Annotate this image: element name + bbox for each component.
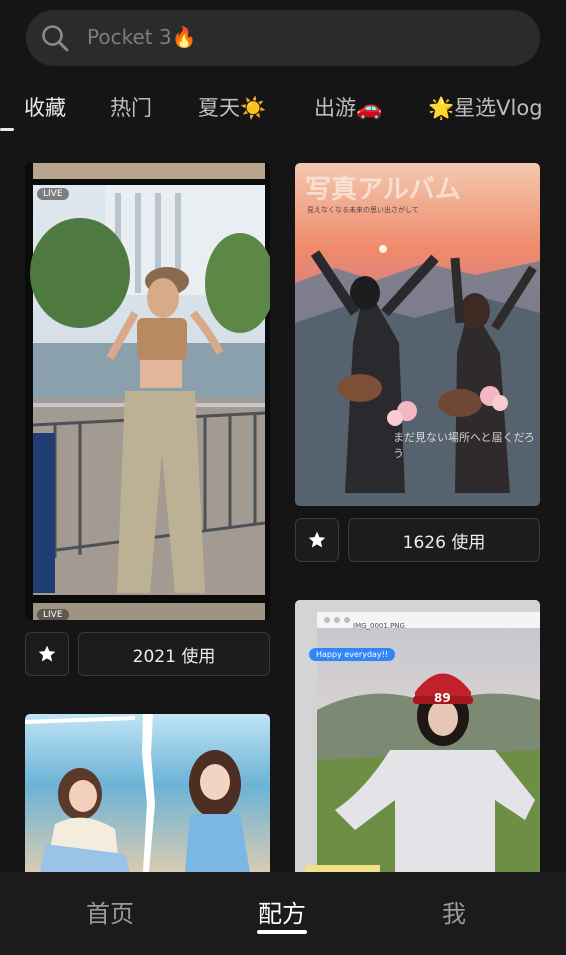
file-name: IMG_0001.PNG bbox=[353, 622, 405, 630]
tab-favorites[interactable]: 收藏 bbox=[24, 92, 66, 122]
overlay-title: 写真アルバム bbox=[305, 175, 461, 205]
chat-bubble: Happy everyday!! bbox=[309, 648, 396, 661]
nav-me[interactable]: 我 bbox=[442, 894, 466, 929]
nav-recipes[interactable]: 配方 bbox=[258, 894, 306, 929]
recipe-card-image[interactable]: LIVE LIVE bbox=[25, 163, 270, 620]
search-placeholder: Pocket 3🔥 bbox=[87, 25, 197, 49]
active-nav-indicator bbox=[257, 930, 307, 934]
tab-hot[interactable]: 热门 bbox=[110, 92, 152, 122]
category-tabs: 收藏 热门 夏天☀️ 出游🚗 🌟星选Vlog bbox=[0, 88, 566, 131]
street-photo bbox=[25, 163, 270, 620]
bottom-navigation: 首页 配方 我 bbox=[0, 872, 566, 955]
use-button[interactable]: 2021 使用 bbox=[78, 632, 270, 676]
search-icon bbox=[42, 25, 69, 52]
cap-number: 89 bbox=[434, 691, 451, 705]
tab-vlog[interactable]: 🌟星选Vlog bbox=[428, 92, 543, 122]
hoodie-photo bbox=[295, 600, 540, 872]
live-badge-bottom: LIVE bbox=[37, 609, 69, 620]
use-button[interactable]: 1626 使用 bbox=[348, 518, 540, 562]
active-tab-indicator bbox=[0, 128, 14, 131]
favorite-button[interactable] bbox=[25, 632, 69, 676]
nav-home[interactable]: 首页 bbox=[86, 894, 134, 929]
star-icon bbox=[38, 645, 56, 662]
live-badge: LIVE bbox=[37, 188, 69, 200]
recipe-card-image[interactable]: IMG_0001.PNG Happy everyday!! 89 bbox=[295, 600, 540, 872]
tab-travel[interactable]: 出游🚗 bbox=[314, 92, 382, 122]
beach-photo bbox=[25, 714, 270, 872]
recipe-card-image[interactable] bbox=[25, 714, 270, 872]
star-icon bbox=[308, 531, 326, 548]
favorite-button[interactable] bbox=[295, 518, 339, 562]
tab-summer[interactable]: 夏天☀️ bbox=[198, 92, 266, 122]
overlay-caption: まだ見ない場所へと届くだろう bbox=[393, 431, 535, 460]
overlay-subtitle: 見えなくなる未来の思い出さがして bbox=[307, 206, 419, 214]
search-bar[interactable]: Pocket 3🔥 bbox=[26, 10, 540, 66]
highlight-strip bbox=[305, 865, 380, 872]
recipe-card-image[interactable]: 写真アルバム 見えなくなる未来の思い出さがして まだ見ない場所へと届くだろう bbox=[295, 163, 540, 506]
